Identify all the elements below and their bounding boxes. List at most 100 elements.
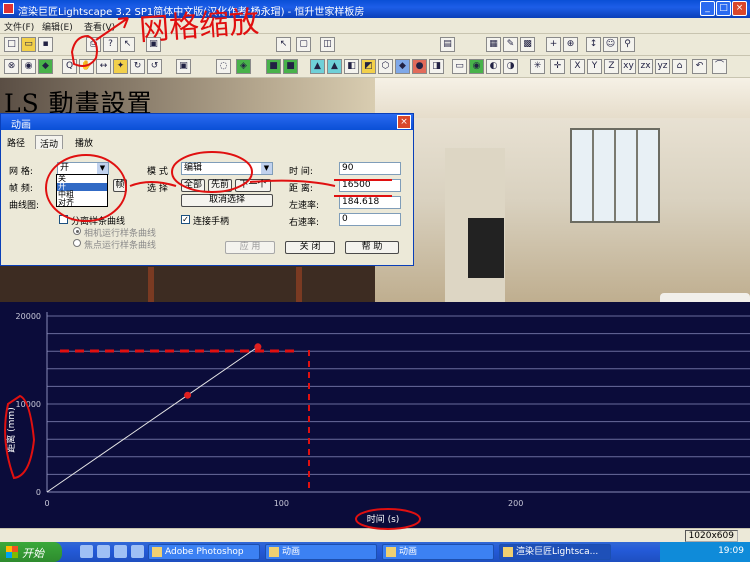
rotate-icon[interactable]: ↻	[130, 59, 145, 74]
distance-time-chart[interactable]: 0 10000 20000 0 100 200 时间 (s) 距离 (mm)	[0, 302, 750, 528]
tool-icon[interactable]: ↔	[96, 59, 111, 74]
start-button[interactable]: 开始	[0, 542, 62, 562]
help-button[interactable]: 帮 助	[345, 241, 399, 254]
tool-icon[interactable]: ◈	[236, 59, 251, 74]
tool-icon[interactable]: ▦	[486, 37, 501, 52]
right-rate-field[interactable]: 0	[339, 213, 401, 226]
task-folder-animation[interactable]: 动画	[265, 544, 377, 560]
tool-icon[interactable]: ⌒	[712, 59, 727, 74]
select-next-button[interactable]: 下一个	[235, 179, 271, 192]
select-previous-button[interactable]: 先前	[208, 179, 232, 192]
camera-curve-radio[interactable]	[73, 227, 81, 235]
task-folder-animation-2[interactable]: 动画	[382, 544, 494, 560]
context-help-icon[interactable]: ↖	[120, 37, 135, 52]
menu-view[interactable]: 查看(V)	[84, 20, 115, 33]
quicklaunch-icon[interactable]	[97, 545, 110, 558]
dialog-title-bar: 动画 ×	[1, 114, 413, 131]
maximize-button[interactable]: □	[716, 1, 731, 16]
tool-icon[interactable]: ✎	[503, 37, 518, 52]
hand-icon[interactable]: ✋	[79, 59, 94, 74]
axis-x-icon[interactable]: X	[570, 59, 585, 74]
tool-icon[interactable]: ▩	[520, 37, 535, 52]
eye-icon[interactable]: ◉	[21, 59, 36, 74]
tool-icon[interactable]: ⌂	[672, 59, 687, 74]
quicklaunch-icon[interactable]	[80, 545, 93, 558]
tab-play[interactable]: 播放	[71, 135, 97, 149]
tool-icon[interactable]: ◆	[38, 59, 53, 74]
apply-button[interactable]: 应 用	[225, 241, 275, 254]
frame-rate-button[interactable]: 帧	[113, 179, 127, 192]
tool-icon[interactable]: ↕	[586, 37, 601, 52]
left-rate-label: 左速率:	[289, 201, 320, 211]
tool-icon[interactable]: ⚲	[620, 37, 635, 52]
tool-icon[interactable]: ⬡	[378, 59, 393, 74]
tool-icon[interactable]: ✦	[113, 59, 128, 74]
walk-icon[interactable]: ☺	[603, 37, 618, 52]
tool-icon[interactable]: ▲	[310, 59, 325, 74]
tool-icon[interactable]: ◨	[429, 59, 444, 74]
focus-curve-label: 焦点运行样条曲线	[84, 241, 157, 251]
open-file-icon[interactable]: ▭	[21, 37, 36, 52]
x-tick-label: 100	[274, 499, 289, 508]
tool-icon[interactable]: ✳	[530, 59, 545, 74]
cube-icon[interactable]: ■	[283, 59, 298, 74]
tool-icon[interactable]: ◐	[486, 59, 501, 74]
select-all-button[interactable]: 全部	[181, 179, 205, 192]
grid-option[interactable]: 对齐	[57, 199, 107, 207]
left-rate-field[interactable]: 184.618	[339, 196, 401, 209]
tool-icon[interactable]: ↶	[692, 59, 707, 74]
tool-icon[interactable]: ▭	[452, 59, 467, 74]
tool-icon[interactable]: ◉	[469, 59, 484, 74]
new-file-icon[interactable]: □	[4, 37, 19, 52]
windows-logo-icon	[6, 546, 18, 558]
plane-yz-icon[interactable]: yz	[655, 59, 670, 74]
tab-path[interactable]: 路径	[3, 135, 29, 149]
menu-edit[interactable]: 编辑(E)	[42, 20, 73, 33]
focus-curve-radio[interactable]	[73, 239, 81, 247]
axis-y-icon[interactable]: Y	[587, 59, 602, 74]
axis-z-icon[interactable]: Z	[604, 59, 619, 74]
deselect-button[interactable]: 取消选择	[181, 194, 273, 207]
tool-icon[interactable]: ▢	[296, 37, 311, 52]
tool-icon[interactable]: ▣	[176, 59, 191, 74]
tool-icon[interactable]: ◩	[361, 59, 376, 74]
tool-icon[interactable]: +	[546, 37, 561, 52]
plane-xy-icon[interactable]: xy	[621, 59, 636, 74]
tab-activity[interactable]: 活动	[35, 135, 64, 150]
tool-icon[interactable]: ◫	[320, 37, 335, 52]
time-field[interactable]: 90	[339, 162, 401, 175]
cube-icon[interactable]: ■	[266, 59, 281, 74]
separate-curve-checkbox[interactable]	[59, 215, 68, 224]
tool-icon[interactable]: ▲	[327, 59, 342, 74]
distance-field[interactable]: 16500	[339, 179, 401, 192]
quicklaunch-icon[interactable]	[131, 545, 144, 558]
mode-select[interactable]: 编辑 ▼	[181, 162, 273, 175]
rotate-icon[interactable]: ↺	[147, 59, 162, 74]
tool-icon[interactable]: ▤	[440, 37, 455, 52]
dialog-close-button[interactable]: ×	[397, 115, 411, 129]
close-button[interactable]: ×	[732, 1, 747, 16]
minimize-button[interactable]: _	[700, 1, 715, 16]
grid-zoom-icon[interactable]: Q	[62, 59, 77, 74]
task-lightscape[interactable]: 渲染巨匠Lightsca...	[499, 544, 611, 560]
connect-handle-checkbox[interactable]: ✓	[181, 215, 190, 224]
select-icon[interactable]: ↖	[276, 37, 291, 52]
plane-zx-icon[interactable]: zx	[638, 59, 653, 74]
tool-icon[interactable]: ⊕	[563, 37, 578, 52]
close-dialog-button[interactable]: 关 闭	[285, 241, 335, 254]
tool-icon[interactable]: ●	[412, 59, 427, 74]
help-icon[interactable]: ?	[103, 37, 118, 52]
tool-icon[interactable]: ✛	[550, 59, 565, 74]
task-photoshop[interactable]: Adobe Photoshop	[148, 544, 260, 560]
tool-icon[interactable]: ◑	[503, 59, 518, 74]
quicklaunch-icon[interactable]	[114, 545, 127, 558]
save-icon[interactable]: ▪	[38, 37, 53, 52]
menu-file[interactable]: 文件(F)	[4, 20, 34, 33]
connect-handle-label: 连接手柄	[193, 217, 230, 227]
tool-icon[interactable]: ◌	[216, 59, 231, 74]
print-icon[interactable]: ⎙	[86, 37, 101, 52]
tool-icon[interactable]: ◆	[395, 59, 410, 74]
tool-icon[interactable]: ◧	[344, 59, 359, 74]
tool-icon[interactable]: ▣	[146, 37, 161, 52]
zoom-icon[interactable]: ⊗	[4, 59, 19, 74]
